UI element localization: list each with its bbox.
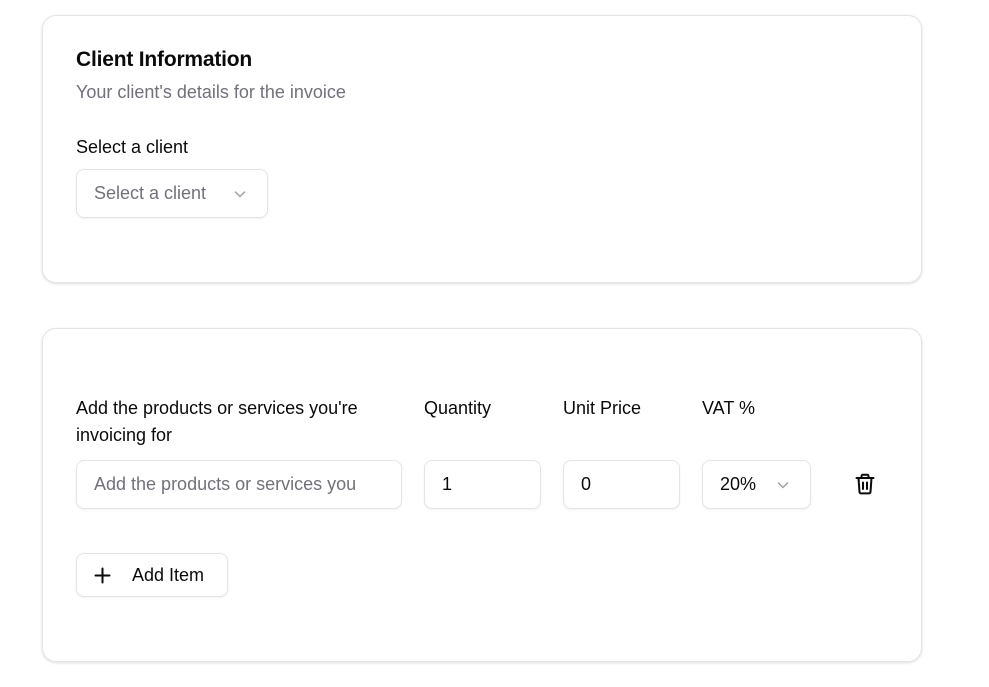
line-items-card: Add the products or services you're invo…: [42, 328, 922, 662]
select-client-label: Select a client: [76, 137, 189, 157]
quantity-column-label: Quantity: [424, 398, 492, 418]
chevron-down-icon: [777, 481, 789, 488]
client-information-card: Client Information Your client's details…: [42, 15, 922, 283]
chevron-down-icon: [234, 190, 246, 197]
vat-column-label: VAT %: [702, 398, 756, 418]
item-description-input[interactable]: Add the products or services you: [76, 460, 402, 509]
item-vat-select[interactable]: 20%: [702, 460, 811, 509]
select-client-placeholder: Select a client: [94, 183, 207, 203]
card-title: Client Information: [76, 48, 253, 71]
description-column-label: Add the products or services you're invo…: [76, 398, 358, 445]
add-item-button[interactable]: Add Item: [76, 553, 228, 597]
add-item-label: Add Item: [132, 565, 205, 585]
plus-icon: [94, 567, 111, 584]
unit-price-column-label: Unit Price: [563, 398, 642, 418]
item-quantity-input[interactable]: 1: [424, 460, 541, 509]
trash-icon[interactable]: [853, 472, 877, 496]
card-description: Your client's details for the invoice: [76, 82, 346, 102]
item-unit-price-input[interactable]: 0: [563, 460, 680, 509]
select-client-dropdown[interactable]: Select a client: [76, 169, 268, 218]
vat-value: 20%: [720, 474, 757, 494]
